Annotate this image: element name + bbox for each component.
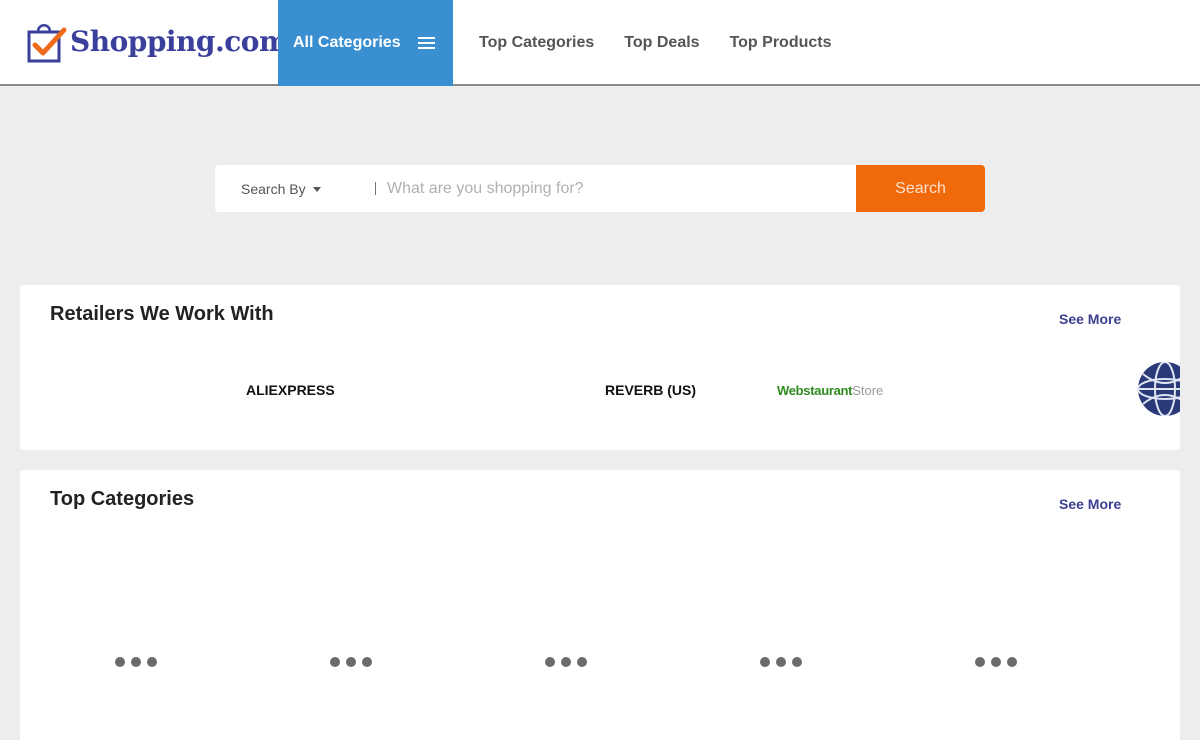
globe-logo-icon[interactable] bbox=[1135, 362, 1180, 416]
loading-dots-icon bbox=[975, 657, 1023, 667]
nav-top-categories[interactable]: Top Categories bbox=[479, 34, 594, 52]
site-header: Shopping.com ® All Categories Top Catego… bbox=[0, 0, 1200, 86]
search-input[interactable] bbox=[387, 173, 847, 204]
retailer-reverb[interactable]: REVERB (US) bbox=[605, 382, 696, 398]
loading-dots-icon bbox=[545, 657, 593, 667]
retailer-aliexpress[interactable]: ALIEXPRESS bbox=[246, 382, 335, 398]
search-divider bbox=[375, 182, 376, 195]
nav-top-deals[interactable]: Top Deals bbox=[624, 34, 699, 52]
nav-top-products[interactable]: Top Products bbox=[730, 34, 832, 52]
search-button[interactable]: Search bbox=[856, 165, 985, 212]
retailer-webstaurantstore[interactable]: WebstaurantStore bbox=[777, 383, 883, 398]
hamburger-menu-icon bbox=[418, 37, 435, 49]
retailers-section: Retailers We Work With See More ALIEXPRE… bbox=[20, 285, 1180, 450]
all-categories-button[interactable]: All Categories bbox=[278, 0, 453, 86]
webstaurant-logo-text: Webstaurant bbox=[777, 383, 853, 398]
retailers-title: Retailers We Work With bbox=[50, 303, 274, 325]
site-logo[interactable]: Shopping.com ® bbox=[26, 18, 295, 64]
shopping-bag-check-icon bbox=[27, 24, 67, 63]
top-nav: Top Categories Top Deals Top Products bbox=[479, 0, 861, 86]
webstaurant-store-text: Store bbox=[852, 383, 884, 398]
logo-text: Shopping.com bbox=[70, 24, 289, 58]
loading-dots-icon bbox=[115, 657, 163, 667]
retailers-see-more-link[interactable]: See More bbox=[1059, 311, 1121, 327]
caret-down-icon bbox=[312, 187, 321, 192]
search-by-label: Search By bbox=[241, 180, 306, 197]
all-categories-label: All Categories bbox=[293, 34, 401, 51]
top-categories-see-more-link[interactable]: See More bbox=[1059, 496, 1121, 512]
top-categories-title: Top Categories bbox=[50, 488, 195, 510]
search-bar: Search By Search bbox=[215, 165, 985, 212]
top-categories-section: Top Categories See More bbox=[20, 470, 1180, 740]
search-by-dropdown[interactable]: Search By bbox=[241, 165, 321, 212]
loading-dots-icon bbox=[760, 657, 808, 667]
loading-dots-icon bbox=[330, 657, 378, 667]
